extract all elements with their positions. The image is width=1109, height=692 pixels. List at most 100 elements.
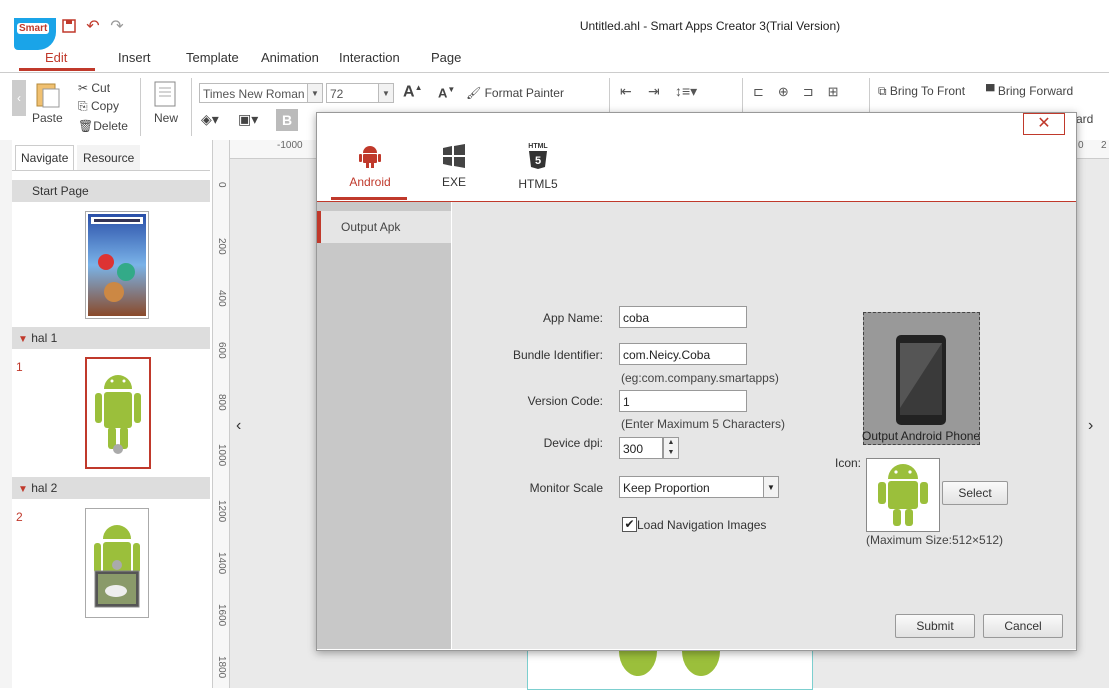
- paste-button[interactable]: Paste: [32, 111, 63, 125]
- version-code-input[interactable]: 1: [619, 390, 747, 412]
- app-name-input[interactable]: coba: [619, 306, 747, 328]
- bring-forward-button[interactable]: ▀ Bring Forward: [986, 84, 1073, 98]
- page-number: 1: [16, 360, 23, 374]
- copy-icon: ⎘: [78, 99, 91, 113]
- publish-dialog: ✕ Android EXE HTML 5 HTML5 Output Apk Ap…: [316, 112, 1077, 651]
- menu-animation[interactable]: Animation: [261, 50, 319, 65]
- sidebar-item-output-apk[interactable]: Output Apk: [317, 211, 451, 243]
- caret-down-icon: ▼: [18, 484, 28, 495]
- ruler-label: 800: [216, 394, 227, 411]
- stepper-down-icon[interactable]: ▼: [664, 448, 678, 458]
- grow-font-icon[interactable]: A▲: [403, 83, 422, 101]
- load-nav-images-checkbox[interactable]: ✔: [622, 517, 637, 532]
- cancel-button[interactable]: Cancel: [983, 614, 1063, 638]
- app-icon-preview[interactable]: [866, 458, 940, 532]
- redo-icon[interactable]: ↷: [108, 18, 126, 36]
- ruler-label: 1400: [216, 552, 227, 575]
- page-header-1[interactable]: ▼ hal 1: [12, 327, 210, 349]
- font-size-select[interactable]: 72 ▼: [326, 83, 394, 103]
- font-name-select[interactable]: Times New Roman ▼: [199, 83, 323, 103]
- shrink-font-icon[interactable]: A▼: [438, 85, 455, 100]
- page-header-2[interactable]: ▼ hal 2: [12, 477, 210, 499]
- bring-to-front-button[interactable]: ⧉ Bring To Front: [878, 84, 965, 99]
- tab-android[interactable]: Android: [332, 143, 408, 189]
- next-page-arrow[interactable]: ›: [1088, 417, 1093, 435]
- select-icon-button[interactable]: Select: [942, 481, 1008, 505]
- submit-button[interactable]: Submit: [895, 614, 975, 638]
- prev-page-arrow[interactable]: ‹: [236, 417, 241, 435]
- icon-size-hint: (Maximum Size:512×512): [866, 533, 1004, 547]
- bring-forward-label: Bring Forward: [997, 84, 1074, 98]
- app-logo[interactable]: Smart: [14, 18, 56, 50]
- dpi-stepper[interactable]: ▲ ▼: [663, 437, 679, 459]
- indent-increase-icon[interactable]: ⇥: [648, 83, 660, 100]
- tab-divider: [12, 170, 210, 171]
- cut-button[interactable]: ✂ Cut: [78, 81, 110, 95]
- menu-insert[interactable]: Insert: [118, 50, 151, 65]
- border-icon[interactable]: ▣▾: [238, 111, 258, 128]
- menu-template[interactable]: Template: [186, 50, 239, 65]
- close-button[interactable]: ✕: [1023, 113, 1065, 135]
- page-thumbnail-start[interactable]: [85, 211, 149, 319]
- copy-label: Copy: [90, 99, 119, 113]
- tab-label: EXE: [441, 175, 466, 189]
- ruler-label: 1200: [216, 500, 227, 523]
- cut-icon: ✂: [78, 81, 92, 95]
- checkmark-icon: ✔: [624, 517, 635, 531]
- ruler-label: 1800: [216, 656, 227, 679]
- ruler-label: 2: [1101, 140, 1107, 151]
- bold-icon[interactable]: B: [276, 109, 298, 131]
- page-number: 2: [16, 510, 23, 524]
- ribbon-scroll-left[interactable]: ‹: [12, 80, 26, 116]
- bundle-hint: (eg:com.company.smartapps): [621, 371, 779, 385]
- monitor-scale-label: Monitor Scale: [529, 481, 603, 495]
- chevron-down-icon: ▼: [378, 84, 393, 102]
- bring-to-front-icon: ⧉: [878, 84, 890, 98]
- menu-active-indicator: [19, 68, 95, 71]
- page-thumbnail-2[interactable]: [85, 508, 149, 618]
- ruler-label: 600: [216, 342, 227, 359]
- copy-button[interactable]: ⎘ Copy: [78, 99, 119, 114]
- page-thumbnail-1[interactable]: [85, 357, 151, 469]
- fill-color-icon[interactable]: ◈▾: [201, 111, 219, 128]
- indent-decrease-icon[interactable]: ⇤: [620, 83, 632, 100]
- html5-icon: HTML 5: [526, 143, 550, 171]
- monitor-scale-select[interactable]: Keep Proportion ▼: [619, 476, 779, 498]
- save-icon[interactable]: [60, 18, 78, 36]
- logo-text: Smart: [17, 23, 50, 34]
- format-painter-label: Format Painter: [484, 86, 564, 100]
- page-label: hal 2: [31, 481, 58, 495]
- paintbrush-icon: 🖌: [466, 86, 482, 100]
- tab-resource[interactable]: Resource: [77, 145, 141, 170]
- send-backward-partial[interactable]: ard: [1076, 112, 1093, 126]
- tab-exe[interactable]: EXE: [416, 143, 492, 189]
- stepper-up-icon[interactable]: ▲: [664, 438, 678, 448]
- format-painter-button[interactable]: 🖌 Format Painter: [466, 86, 564, 100]
- chevron-down-icon: ▼: [307, 84, 322, 102]
- ruler-label: 200: [216, 238, 227, 255]
- align-icons[interactable]: ⊏⊕⊐⊞: [753, 84, 853, 100]
- font-size-value: 72: [330, 87, 344, 101]
- bundle-identifier-input[interactable]: com.Neicy.Coba: [619, 343, 747, 365]
- ribbon-separator: [191, 78, 192, 136]
- device-dpi-input[interactable]: 300: [619, 437, 663, 459]
- html5-badge: HTML: [528, 143, 548, 150]
- menu-page[interactable]: Page: [431, 50, 461, 65]
- delete-label: Delete: [93, 119, 128, 133]
- undo-icon[interactable]: ↶: [84, 18, 102, 36]
- tab-html5[interactable]: HTML 5 HTML5: [500, 143, 576, 191]
- menu-interaction[interactable]: Interaction: [339, 50, 400, 65]
- tab-navigate[interactable]: Navigate: [15, 145, 75, 170]
- line-spacing-icon[interactable]: ↕≡▾: [675, 83, 697, 100]
- phone-preview[interactable]: [863, 312, 980, 445]
- delete-button[interactable]: 🗑Delete: [78, 119, 128, 133]
- new-button[interactable]: New: [154, 111, 178, 125]
- dialog-sidebar: [317, 202, 451, 649]
- version-code-label: Version Code:: [527, 394, 603, 408]
- menu-edit[interactable]: Edit: [45, 50, 67, 65]
- ruler-label: 1600: [216, 604, 227, 627]
- android-robot-image: [94, 525, 140, 608]
- page-header-start[interactable]: Start Page: [12, 180, 210, 202]
- icon-label: Icon:: [835, 456, 862, 470]
- android-icon: [359, 146, 381, 168]
